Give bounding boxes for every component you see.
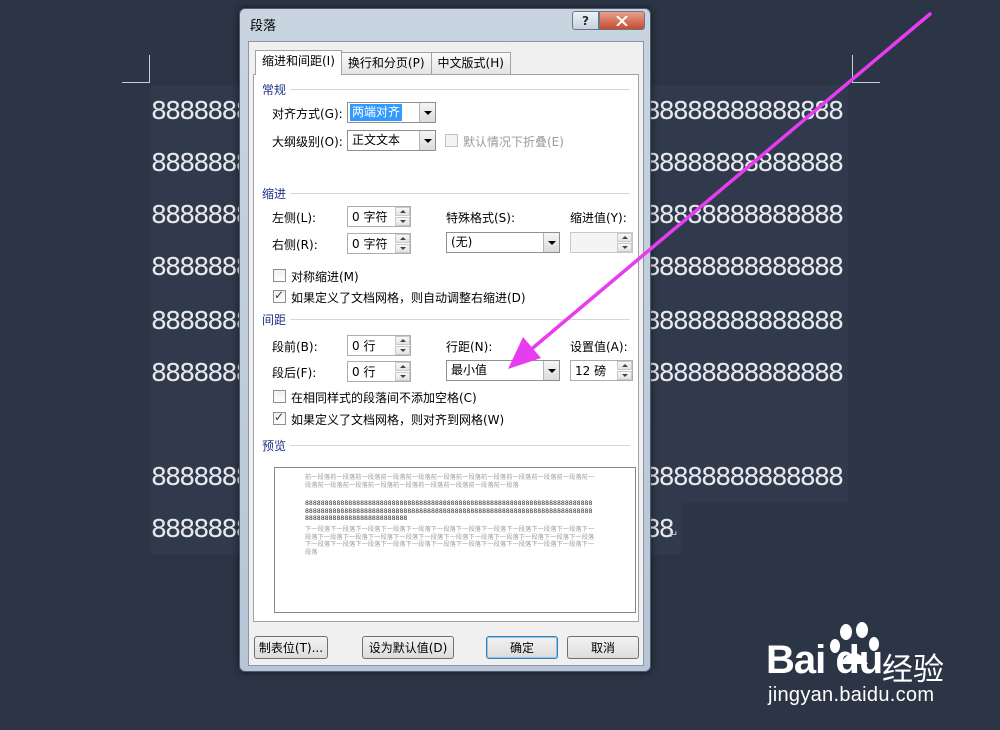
arrow-head-icon xyxy=(508,337,541,369)
watermark: Bai du 经验 jingyan.baidu.com xyxy=(760,620,990,720)
watermark-logo: Bai du xyxy=(766,638,883,682)
watermark-url: jingyan.baidu.com xyxy=(768,684,935,706)
arrow-shaft xyxy=(526,12,932,354)
tab-indents-spacing[interactable]: 缩进和间距(I) xyxy=(255,50,342,75)
watermark-brand: 经验 xyxy=(882,652,944,688)
